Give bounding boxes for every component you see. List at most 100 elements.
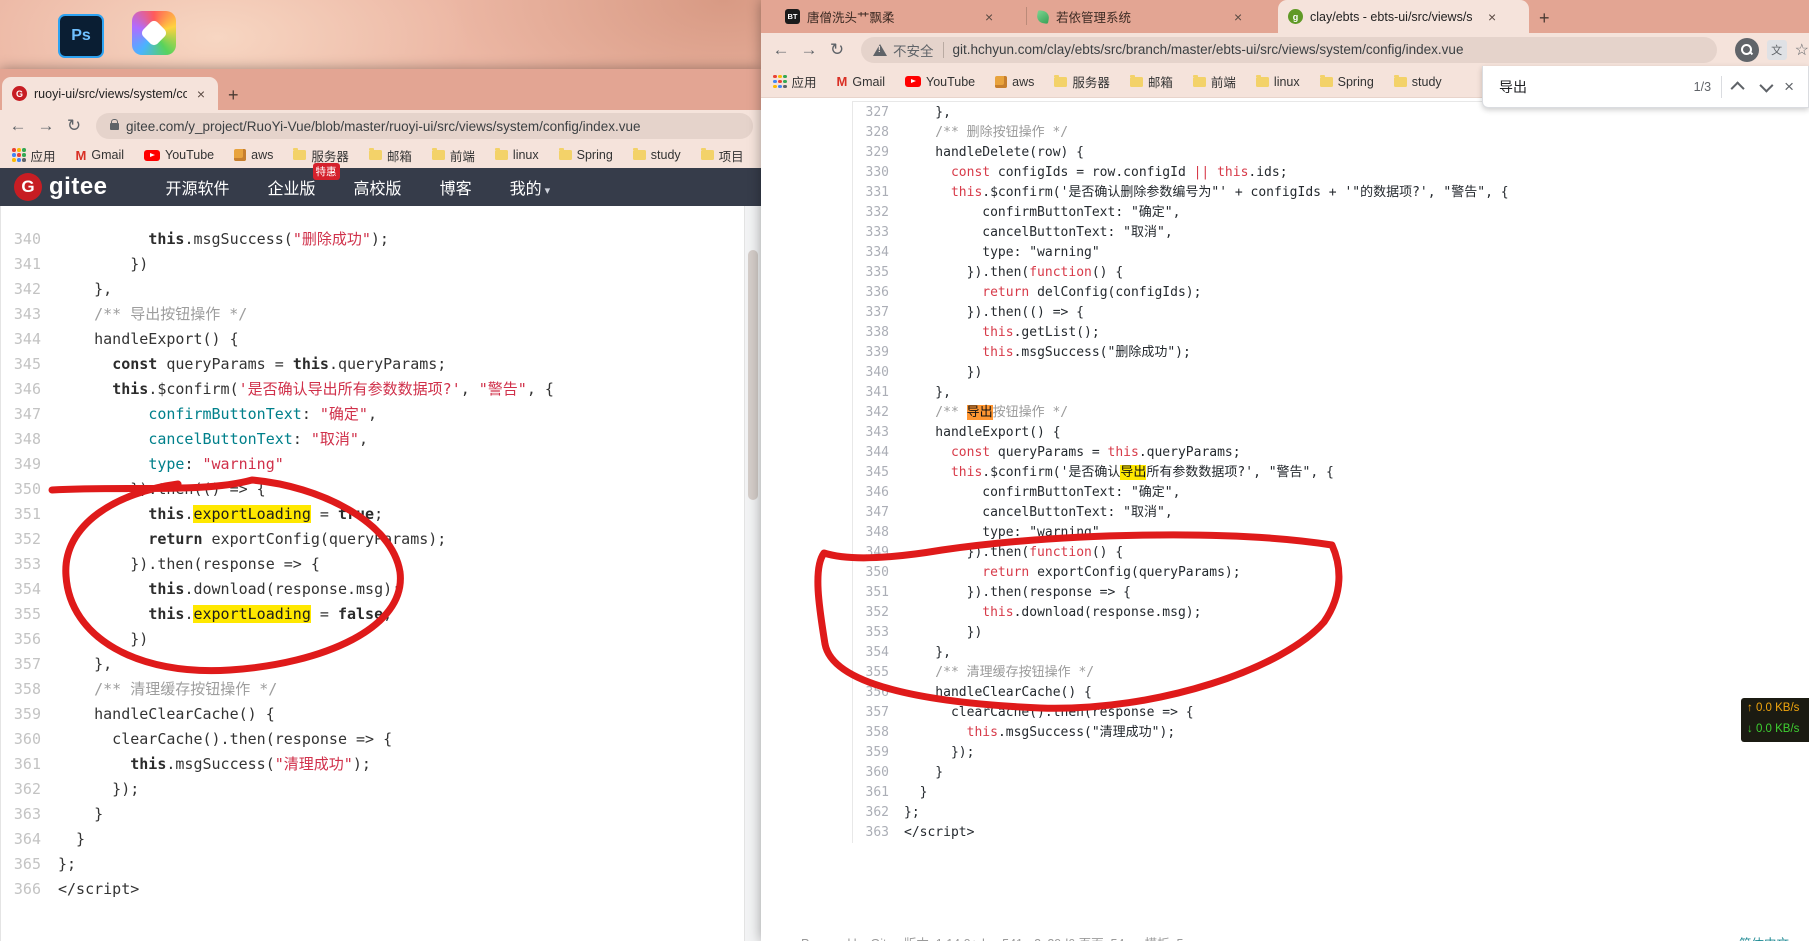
- line-number[interactable]: 350: [853, 563, 889, 583]
- line-number[interactable]: 332: [853, 203, 889, 223]
- reload-icon[interactable]: ↻: [823, 40, 851, 60]
- line-number[interactable]: 333: [853, 223, 889, 243]
- line-number[interactable]: 349: [853, 543, 889, 563]
- line-number[interactable]: 337: [853, 303, 889, 323]
- line-number[interactable]: 343: [853, 423, 889, 443]
- reload-icon[interactable]: ↻: [60, 116, 88, 136]
- new-tab-button[interactable]: +: [1529, 8, 1560, 33]
- gitee-nav-开源软件[interactable]: 开源软件: [166, 175, 230, 199]
- line-number[interactable]: 348: [1, 427, 41, 452]
- bookmark-Gmail[interactable]: MGmail: [76, 148, 125, 163]
- bookmark-linux[interactable]: linux: [1256, 75, 1300, 89]
- line-number[interactable]: 348: [853, 523, 889, 543]
- line-number[interactable]: 347: [853, 503, 889, 523]
- line-number[interactable]: 360: [853, 763, 889, 783]
- line-number[interactable]: 330: [853, 163, 889, 183]
- lw-address-bar[interactable]: gitee.com/y_project/RuoYi-Vue/blob/maste…: [96, 113, 753, 139]
- bookmark-aws[interactable]: aws: [234, 148, 273, 162]
- close-tab-icon[interactable]: ×: [982, 9, 996, 25]
- bookmark-aws[interactable]: aws: [995, 75, 1034, 89]
- line-number[interactable]: 357: [1, 652, 41, 677]
- bookmark-邮箱[interactable]: 邮箱: [369, 146, 412, 165]
- line-number[interactable]: 352: [1, 527, 41, 552]
- rw-tab-2[interactable]: 若依管理系统×: [1027, 0, 1278, 33]
- bookmark-服务器[interactable]: 服务器: [1054, 72, 1110, 91]
- line-number[interactable]: 361: [1, 752, 41, 777]
- forward-icon[interactable]: →: [795, 40, 823, 60]
- bookmark-Spring[interactable]: Spring: [1320, 75, 1374, 89]
- line-number[interactable]: 351: [853, 583, 889, 603]
- line-number[interactable]: 357: [853, 703, 889, 723]
- lw-scrollbar[interactable]: [744, 206, 761, 941]
- line-number[interactable]: 340: [1, 227, 41, 252]
- line-number[interactable]: 363: [1, 802, 41, 827]
- forward-icon[interactable]: →: [32, 116, 60, 136]
- rw-url[interactable]: git.hchyun.com/clay/ebts/src/branch/mast…: [953, 42, 1464, 57]
- line-number[interactable]: 358: [853, 723, 889, 743]
- line-number[interactable]: 328: [853, 123, 889, 143]
- lw-tab[interactable]: G ruoyi-ui/src/views/system/con ×: [2, 77, 218, 110]
- gitee-nav-企业版[interactable]: 企业版特惠: [268, 175, 316, 199]
- gitee-nav-博客[interactable]: 博客: [440, 175, 472, 199]
- back-icon[interactable]: ←: [4, 116, 32, 136]
- find-previous-icon[interactable]: [1728, 76, 1750, 98]
- line-number[interactable]: 359: [1, 702, 41, 727]
- line-number[interactable]: 353: [1, 552, 41, 577]
- gitee-logo[interactable]: G gitee: [14, 173, 108, 201]
- video-editor-icon[interactable]: [132, 11, 176, 55]
- lw-url[interactable]: gitee.com/y_project/RuoYi-Vue/blob/maste…: [126, 119, 640, 134]
- line-number[interactable]: 349: [1, 452, 41, 477]
- line-number[interactable]: 358: [1, 677, 41, 702]
- line-number[interactable]: 359: [853, 743, 889, 763]
- line-number[interactable]: 354: [853, 643, 889, 663]
- bookmark-study[interactable]: study: [633, 148, 681, 162]
- translate-icon[interactable]: 文: [1767, 40, 1787, 60]
- new-tab-button[interactable]: +: [218, 85, 249, 110]
- bookmark-项目[interactable]: 项目: [701, 146, 744, 165]
- line-number[interactable]: 355: [853, 663, 889, 683]
- bookmark-前端[interactable]: 前端: [1193, 72, 1236, 91]
- line-number[interactable]: 334: [853, 243, 889, 263]
- line-number[interactable]: 346: [1, 377, 41, 402]
- line-number[interactable]: 355: [1, 602, 41, 627]
- search-extension-icon[interactable]: [1735, 38, 1759, 62]
- line-number[interactable]: 354: [1, 577, 41, 602]
- bookmark-应用[interactable]: 应用: [773, 72, 817, 91]
- bookmark-应用[interactable]: 应用: [12, 146, 56, 165]
- line-number[interactable]: 366: [1, 877, 41, 902]
- line-number[interactable]: 345: [853, 463, 889, 483]
- line-number[interactable]: 364: [1, 827, 41, 852]
- line-number[interactable]: 361: [853, 783, 889, 803]
- line-number[interactable]: 365: [1, 852, 41, 877]
- line-number[interactable]: 363: [853, 823, 889, 843]
- line-number[interactable]: 362: [853, 803, 889, 823]
- find-input[interactable]: 导出: [1499, 77, 1694, 97]
- bookmark-Gmail[interactable]: MGmail: [837, 74, 886, 89]
- line-number[interactable]: 340: [853, 363, 889, 383]
- line-number[interactable]: 344: [1, 327, 41, 352]
- photoshop-icon[interactable]: Ps: [58, 14, 104, 58]
- line-number[interactable]: 356: [1, 627, 41, 652]
- rw-address-bar[interactable]: 不安全 git.hchyun.com/clay/ebts/src/branch/…: [861, 37, 1717, 63]
- rw-tab-1[interactable]: BT唐僧洗头艹飘柔×: [775, 0, 1026, 33]
- close-tab-icon[interactable]: ×: [1485, 9, 1499, 25]
- bookmark-邮箱[interactable]: 邮箱: [1130, 72, 1173, 91]
- line-number[interactable]: 342: [1, 277, 41, 302]
- line-number[interactable]: 331: [853, 183, 889, 203]
- line-number[interactable]: 356: [853, 683, 889, 703]
- close-tab-icon[interactable]: ×: [194, 86, 208, 102]
- line-number[interactable]: 335: [853, 263, 889, 283]
- line-number[interactable]: 350: [1, 477, 41, 502]
- line-number[interactable]: 360: [1, 727, 41, 752]
- bookmark-前端[interactable]: 前端: [432, 146, 475, 165]
- line-number[interactable]: 362: [1, 777, 41, 802]
- gitee-nav-高校版[interactable]: 高校版: [354, 175, 402, 199]
- bookmark-study[interactable]: study: [1394, 75, 1442, 89]
- line-number[interactable]: 341: [853, 383, 889, 403]
- line-number[interactable]: 352: [853, 603, 889, 623]
- lw-scrollbar-thumb[interactable]: [748, 250, 758, 500]
- find-next-icon[interactable]: [1754, 76, 1776, 98]
- bookmark-YouTube[interactable]: YouTube: [144, 148, 214, 162]
- line-number[interactable]: 327: [853, 103, 889, 123]
- line-number[interactable]: 329: [853, 143, 889, 163]
